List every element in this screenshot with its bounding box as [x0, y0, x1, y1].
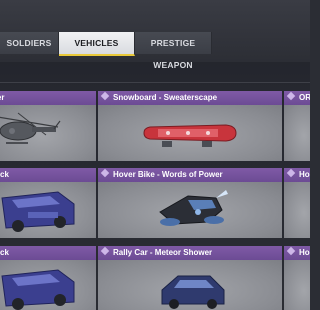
card-body	[0, 260, 96, 310]
vehicle-card[interactable]: Rally Car - Meteor Shower	[98, 246, 282, 310]
rarity-diamond-icon	[286, 91, 296, 101]
card-body	[284, 260, 310, 310]
card-title: Rally Car - Meteor Shower	[113, 248, 213, 257]
tab-soldiers[interactable]: SOLDIERS	[0, 32, 59, 54]
card-header: OR	[284, 91, 310, 105]
card-header: Ho	[284, 168, 310, 182]
card-title: Ho	[299, 170, 310, 179]
card-header: Ho	[284, 246, 310, 260]
card-body	[284, 105, 310, 161]
rally-car-icon	[161, 275, 225, 309]
rarity-diamond-icon	[100, 246, 110, 256]
grid-row: her Snowboard - Sweaterscape	[0, 91, 310, 161]
grid-row: ruck Rally Car - Meteor Shower	[0, 246, 310, 310]
vehicle-card[interactable]: Hover Bike - Words of Power	[98, 168, 282, 238]
vehicle-card[interactable]: Ho	[284, 168, 310, 238]
card-body	[0, 182, 96, 238]
vehicle-card[interactable]: Ho	[284, 246, 310, 310]
card-header: Rally Car - Meteor Shower	[98, 246, 282, 260]
card-header: her	[0, 91, 96, 105]
rarity-diamond-icon	[100, 91, 110, 101]
vehicle-card[interactable]: ruck	[0, 168, 96, 238]
rarity-diamond-icon	[100, 168, 110, 178]
card-title: ruck	[0, 170, 9, 179]
vehicle-card[interactable]: ruck	[0, 246, 96, 310]
grid-row: ruck Hover Bike - Words of Power	[0, 168, 310, 238]
card-body	[284, 182, 310, 238]
card-body	[98, 182, 282, 238]
helicopter-icon	[0, 112, 61, 144]
rarity-diamond-icon	[286, 168, 296, 178]
card-title: Snowboard - Sweaterscape	[113, 93, 218, 102]
card-title: Ho	[299, 248, 310, 257]
rarity-diamond-icon	[286, 246, 296, 256]
tab-vehicles[interactable]: VEHICLES	[59, 32, 135, 56]
card-title: her	[0, 93, 5, 102]
card-header: Hover Bike - Words of Power	[98, 168, 282, 182]
card-body	[98, 260, 282, 310]
card-header: ruck	[0, 168, 96, 182]
vehicles-screen: SOLDIERS VEHICLES PRESTIGE WEAPON her	[0, 0, 310, 310]
truck-icon	[1, 191, 75, 232]
card-title: Hover Bike - Words of Power	[113, 170, 223, 179]
hover-bike-icon	[159, 190, 228, 226]
tab-bar: SOLDIERS VEHICLES PRESTIGE WEAPON	[0, 32, 212, 70]
tab-prestige-weapon[interactable]: PRESTIGE WEAPON	[135, 32, 212, 70]
vehicle-card[interactable]: Snowboard - Sweaterscape	[98, 91, 282, 161]
card-header: ruck	[0, 246, 96, 260]
truck-icon	[1, 269, 75, 310]
card-body	[98, 105, 282, 161]
card-header: Snowboard - Sweaterscape	[98, 91, 282, 105]
vehicle-card[interactable]: her	[0, 91, 96, 161]
tabs-area: SOLDIERS VEHICLES PRESTIGE WEAPON	[0, 0, 310, 70]
card-body	[0, 105, 96, 161]
card-title: OR	[299, 93, 310, 102]
divider	[0, 82, 310, 83]
snowboard-icon	[143, 124, 237, 147]
card-title: ruck	[0, 248, 9, 257]
vehicle-card[interactable]: OR	[284, 91, 310, 161]
